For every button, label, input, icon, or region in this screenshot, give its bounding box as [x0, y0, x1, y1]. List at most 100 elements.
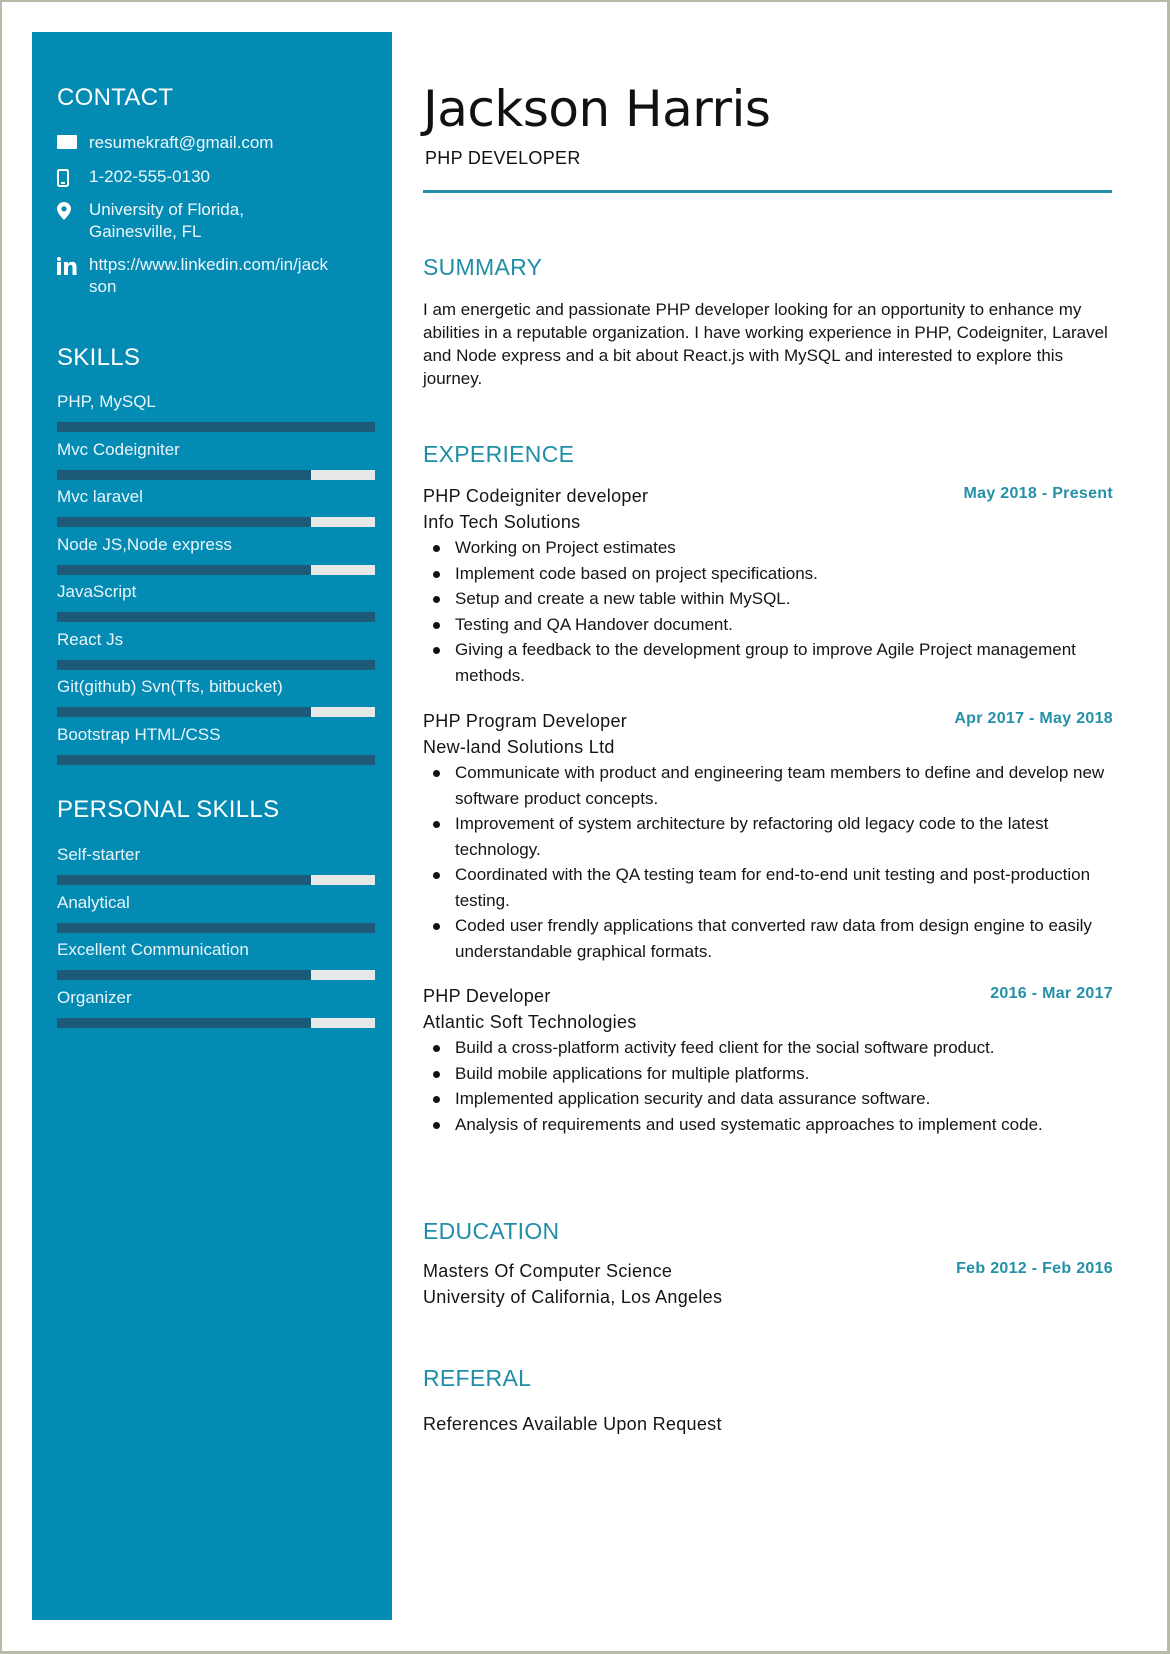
job-bullet-text: Improvement of system architecture by re…: [455, 814, 1049, 859]
job-bullet: Testing and QA Handover document.: [423, 612, 1113, 638]
skill-item: Self-starter: [57, 844, 375, 885]
job-dates: 2016 - Mar 2017: [990, 985, 1113, 1002]
job-bullet-text: Working on Project estimates: [455, 538, 676, 557]
bullet-dot-icon: [433, 1070, 440, 1078]
summary-text: I am energetic and passionate PHP develo…: [423, 300, 1108, 388]
skill-level-bar: [57, 707, 375, 717]
job-bullet: Communicate with product and engineering…: [423, 760, 1113, 811]
bullet-dot-icon: [433, 570, 440, 578]
skill-label: Organizer: [57, 987, 132, 1007]
skill-level-fill: [57, 659, 375, 670]
job-bullet-text: Implemented application security and dat…: [455, 1089, 931, 1108]
experience-heading: EXPERIENCE: [423, 441, 575, 467]
contact-address-text: University of Florida, Gainesville, FL: [89, 200, 244, 241]
skill-level-fill: [57, 707, 312, 717]
contact-linkedin-text: https://www.linkedin.com/in/jackson: [89, 255, 329, 296]
job-bullet-text: Build mobile applications for multiple p…: [455, 1063, 810, 1083]
skill-label: Bootstrap HTML/CSS: [57, 724, 221, 744]
bullet-dot-icon: [433, 923, 440, 930]
bullet-dot-icon: [433, 596, 440, 603]
skill-level-fill: [57, 612, 375, 622]
skill-item: Bootstrap HTML/CSS: [57, 724, 375, 765]
referral-text: References Available Upon Request: [423, 1414, 722, 1434]
candidate-name: Jackson Harris: [423, 80, 771, 138]
skill-level-fill: [57, 422, 375, 432]
job-bullet: Implemented application security and dat…: [423, 1086, 1113, 1112]
contact-address: University of Florida, Gainesville, FL: [57, 199, 329, 243]
referral-heading: REFERAL: [423, 1365, 532, 1391]
bullet-dot-icon: [433, 1121, 440, 1129]
bullet-dot-icon: [433, 545, 440, 552]
job-bullet: Giving a feedback to the development gro…: [423, 637, 1113, 688]
bullet-dot-icon: [433, 1045, 440, 1052]
job-bullet-text: Coded user frendly applications that con…: [455, 916, 1092, 961]
skill-item: Analytical: [57, 892, 375, 933]
education-dates: Feb 2012 - Feb 2016: [956, 1260, 1113, 1277]
job-bullet-text: Implement code based on project specific…: [455, 563, 818, 583]
experience-entry: PHP Developer Atlantic Soft Technologies 2…: [423, 983, 1113, 1137]
bullet-dot-icon: [433, 821, 440, 828]
skill-item: Node JS,Node express: [57, 534, 375, 575]
contact-phone-text: 1-202-555-0130: [89, 167, 210, 186]
skill-item: Mvc laravel: [57, 486, 375, 527]
skill-level-bar: [57, 1017, 375, 1028]
skill-label: React Js: [57, 629, 124, 649]
summary-heading: SUMMARY: [423, 254, 543, 280]
skill-item: React Js: [57, 629, 375, 670]
experience-entry: PHP Codeigniter developer Info Tech Solut…: [423, 483, 1113, 688]
education-heading: EDUCATION: [423, 1218, 560, 1244]
experience-entry: PHP Program Developer New-land Solutions …: [423, 708, 1113, 964]
contact-email[interactable]: resumekraft@gmail.com: [57, 132, 329, 154]
job-bullet-text: Communicate with product and engineering…: [455, 763, 1105, 808]
skill-item: Mvc Codeigniter: [57, 439, 375, 480]
skill-level-bar: [57, 922, 375, 933]
job-bullet: Implement code based on project specific…: [423, 561, 1113, 587]
personal-skills-heading: PERSONAL SKILLS: [57, 796, 280, 823]
skill-label: JavaScript: [57, 582, 137, 601]
job-dates: May 2018 - Present: [963, 485, 1113, 502]
skill-item: PHP, MySQL: [57, 391, 375, 432]
contact-email-text: resumekraft@gmail.com: [89, 133, 274, 152]
skill-level-bar: [57, 469, 375, 480]
bullet-dot-icon: [433, 1096, 440, 1103]
envelope-icon: [57, 132, 89, 154]
education-entry: Masters Of Computer Science University o…: [423, 1258, 1113, 1310]
skill-level-fill: [57, 970, 312, 980]
skill-label: Analytical: [57, 892, 130, 912]
skill-level-bar: [57, 659, 375, 670]
mobile-phone-icon: [57, 166, 89, 188]
bullet-dot-icon: [433, 770, 440, 777]
bullet-dot-icon: [433, 872, 440, 879]
job-bullet: Analysis of requirements and used system…: [423, 1112, 1113, 1138]
contact-phone[interactable]: 1-202-555-0130: [57, 166, 329, 188]
job-bullet-text: Giving a feedback to the development gro…: [455, 640, 1076, 685]
job-company: Atlantic Soft Technologies: [423, 1012, 637, 1032]
job-bullet: Coordinated with the QA testing team for…: [423, 862, 1113, 913]
job-bullet-text: Build a cross-platform activity feed cli…: [455, 1038, 995, 1057]
job-bullets: Build a cross-platform activity feed cli…: [423, 1035, 1113, 1137]
job-bullet-text: Coordinated with the QA testing team for…: [455, 865, 1091, 910]
skill-level-bar: [57, 517, 375, 527]
skill-level-bar: [57, 970, 375, 980]
skill-item: Excellent Communication: [57, 939, 375, 980]
skill-label: Excellent Communication: [57, 940, 249, 959]
job-bullets: Working on Project estimates Implement co…: [423, 535, 1113, 688]
job-company: New-land Solutions Ltd: [423, 737, 615, 757]
job-bullet: Build a cross-platform activity feed cli…: [423, 1035, 1113, 1061]
skill-label: Node JS,Node express: [57, 534, 232, 554]
skill-level-fill: [57, 754, 375, 765]
contact-heading: CONTACT: [57, 84, 174, 111]
job-company: Info Tech Solutions: [423, 512, 581, 532]
skill-level-fill: [57, 469, 312, 480]
skills-heading: SKILLS: [57, 344, 141, 371]
job-bullet: Coded user frendly applications that con…: [423, 913, 1113, 964]
skill-level-bar: [57, 422, 375, 432]
header-divider: [423, 190, 1112, 193]
contact-linkedin[interactable]: https://www.linkedin.com/in/jackson: [57, 254, 329, 298]
skill-label: Mvc laravel: [57, 487, 143, 506]
map-pin-icon: [57, 199, 89, 243]
job-bullet: Build mobile applications for multiple p…: [423, 1061, 1113, 1087]
skill-item: Organizer: [57, 987, 375, 1028]
job-bullet: Improvement of system architecture by re…: [423, 811, 1113, 862]
skill-level-fill: [57, 922, 375, 933]
